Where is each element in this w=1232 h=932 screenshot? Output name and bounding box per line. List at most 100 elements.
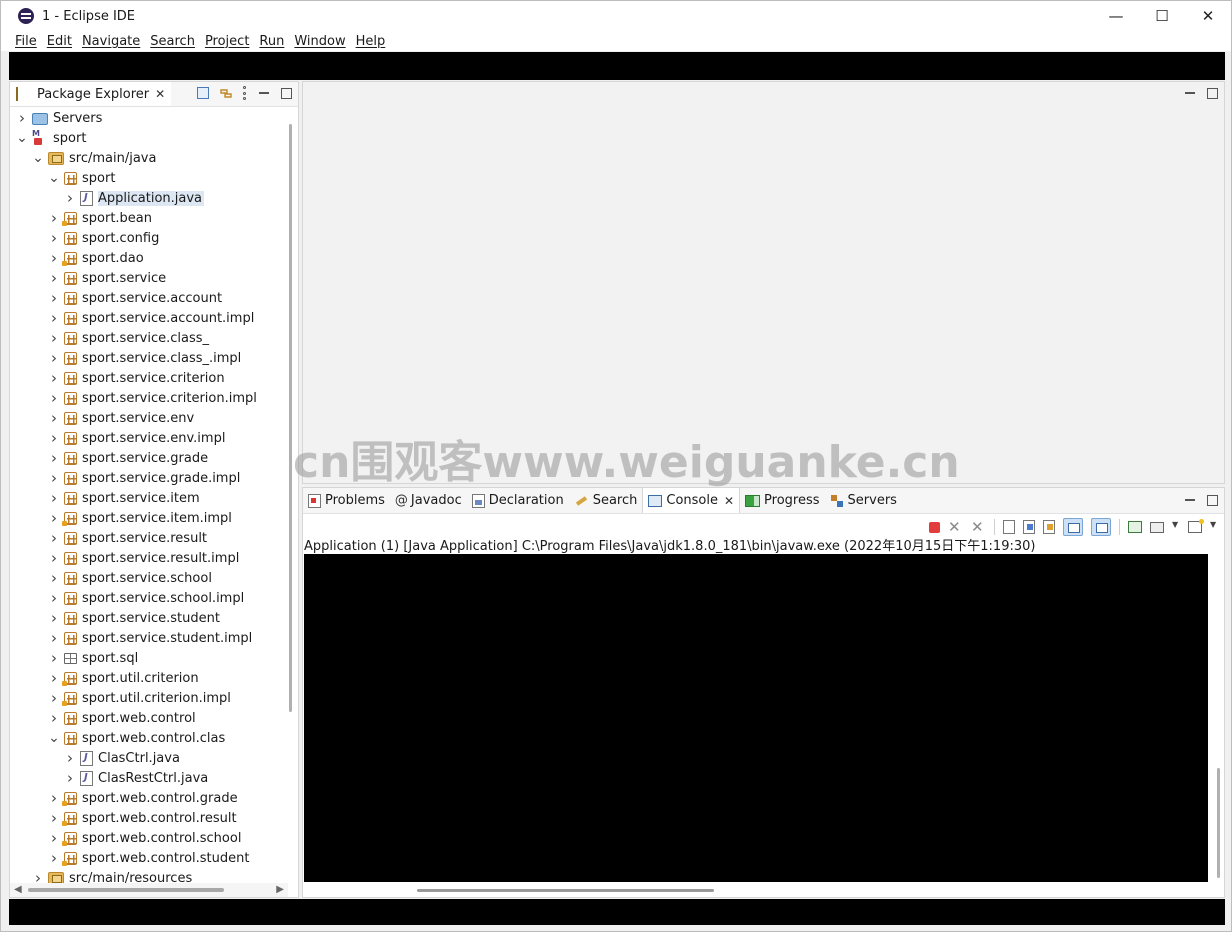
tree-item[interactable]: › Servers: [16, 108, 102, 128]
clear-console-icon[interactable]: [1003, 520, 1015, 534]
chevron-right-icon[interactable]: ›: [48, 571, 60, 586]
tree-item[interactable]: › sport.service.grade: [48, 448, 208, 468]
tree-item[interactable]: › sport.service.env: [48, 408, 194, 428]
menu-help[interactable]: Help: [356, 34, 386, 49]
tab-close-icon[interactable]: ✕: [724, 494, 734, 508]
tree-item[interactable]: › ClasCtrl.java: [64, 748, 180, 768]
collapse-all-icon[interactable]: [197, 87, 209, 99]
tree-item[interactable]: › sport.sql: [48, 648, 138, 668]
chevron-right-icon[interactable]: ›: [48, 411, 60, 426]
chevron-right-icon[interactable]: ›: [48, 791, 60, 806]
chevron-right-icon[interactable]: ›: [64, 751, 76, 766]
tree-item[interactable]: › sport.web.control.grade: [48, 788, 238, 808]
pin-console-icon[interactable]: [1128, 521, 1142, 533]
menu-search[interactable]: Search: [150, 34, 195, 49]
chevron-right-icon[interactable]: ›: [48, 311, 60, 326]
chevron-right-icon[interactable]: ›: [48, 351, 60, 366]
tab-problems[interactable]: Problems: [303, 488, 390, 513]
tab-declaration[interactable]: Declaration: [467, 488, 569, 513]
open-console-icon[interactable]: [1188, 519, 1204, 533]
tab-package-explorer[interactable]: Package Explorer ✕: [10, 82, 172, 106]
close-button[interactable]: ✕: [1185, 1, 1231, 31]
view-menu-icon[interactable]: [243, 86, 247, 100]
tree-item[interactable]: › sport.web.control.student: [48, 848, 249, 868]
chevron-right-icon[interactable]: ›: [48, 651, 60, 666]
tab-progress[interactable]: Progress: [740, 488, 824, 513]
chevron-right-icon[interactable]: ›: [64, 191, 76, 206]
word-wrap-icon[interactable]: [1043, 520, 1055, 534]
minimize-console-icon[interactable]: [1183, 493, 1197, 507]
tab-console[interactable]: Console ✕: [642, 488, 741, 513]
chevron-right-icon[interactable]: ›: [48, 831, 60, 846]
tree-item[interactable]: › sport.service.student.impl: [48, 628, 252, 648]
tree-item[interactable]: › sport.service.account: [48, 288, 222, 308]
menu-file[interactable]: File: [15, 34, 37, 49]
chevron-right-icon[interactable]: ›: [16, 111, 28, 126]
scroll-left-icon[interactable]: ◀: [14, 884, 22, 895]
maximize-editor-icon[interactable]: [1207, 88, 1218, 99]
tree-item[interactable]: › sport.dao: [48, 248, 144, 268]
tab-search[interactable]: Search: [569, 488, 643, 513]
remove-all-terminated-icon[interactable]: ✕: [971, 519, 986, 535]
tab-close-icon[interactable]: ✕: [155, 87, 165, 101]
tree-item[interactable]: › ClasRestCtrl.java: [64, 768, 208, 788]
tree-item[interactable]: › sport.web.control: [48, 708, 196, 728]
scroll-right-icon[interactable]: ▶: [276, 884, 284, 895]
tree-horizontal-scrollbar[interactable]: ◀ ▶: [10, 883, 288, 897]
chevron-right-icon[interactable]: ›: [48, 391, 60, 406]
tree-item[interactable]: › sport.service.criterion.impl: [48, 388, 257, 408]
show-on-stderr-icon[interactable]: [1091, 518, 1111, 536]
tree-item[interactable]: ⌄ sport: [16, 128, 86, 148]
tab-servers[interactable]: Servers: [825, 488, 902, 513]
chevron-right-icon[interactable]: ›: [48, 251, 60, 266]
chevron-right-icon[interactable]: ›: [48, 431, 60, 446]
tree-item[interactable]: › sport.service.criterion: [48, 368, 225, 388]
chevron-right-icon[interactable]: ›: [48, 471, 60, 486]
tree-item[interactable]: › src/main/resources: [32, 868, 192, 883]
chevron-right-icon[interactable]: ›: [48, 551, 60, 566]
remove-launch-icon[interactable]: ✕: [948, 519, 963, 535]
tree-item[interactable]: › sport.service.grade.impl: [48, 468, 240, 488]
chevron-right-icon[interactable]: ›: [48, 611, 60, 626]
chevron-down-icon[interactable]: ⌄: [32, 151, 44, 165]
tree-item[interactable]: › sport.service.env.impl: [48, 428, 225, 448]
tree-item[interactable]: › sport.service.school: [48, 568, 212, 588]
chevron-down-icon[interactable]: ⌄: [48, 731, 60, 745]
console-output[interactable]: [304, 554, 1208, 882]
display-console-icon[interactable]: [1150, 521, 1164, 533]
tree-item[interactable]: › sport.bean: [48, 208, 152, 228]
tree-item[interactable]: › sport.service.result: [48, 528, 207, 548]
chevron-right-icon[interactable]: ›: [48, 491, 60, 506]
tree-vertical-scrollbar[interactable]: [289, 124, 292, 712]
tree-item[interactable]: › sport.web.control.school: [48, 828, 241, 848]
menu-navigate[interactable]: Navigate: [82, 34, 140, 49]
chevron-down-icon[interactable]: ⌄: [16, 131, 28, 145]
chevron-right-icon[interactable]: ›: [48, 331, 60, 346]
maximize-button[interactable]: ☐: [1139, 1, 1185, 31]
chevron-right-icon[interactable]: ›: [48, 591, 60, 606]
chevron-right-icon[interactable]: ›: [48, 631, 60, 646]
menu-run[interactable]: Run: [259, 34, 284, 49]
chevron-right-icon[interactable]: ›: [48, 811, 60, 826]
scroll-thumb[interactable]: [28, 888, 224, 892]
console-horizontal-scrollbar[interactable]: [417, 889, 714, 892]
chevron-right-icon[interactable]: ›: [48, 211, 60, 226]
maximize-view-icon[interactable]: [281, 88, 292, 99]
minimize-view-icon[interactable]: [257, 86, 271, 100]
tree-item[interactable]: › Application.java: [64, 188, 205, 208]
link-with-editor-icon[interactable]: [219, 86, 233, 100]
open-console-dropdown-icon[interactable]: ▼: [1210, 520, 1218, 535]
chevron-right-icon[interactable]: ›: [48, 851, 60, 866]
tree-item[interactable]: › sport.config: [48, 228, 159, 248]
scroll-lock-icon[interactable]: [1023, 520, 1035, 534]
tree-item[interactable]: › sport.service.class_: [48, 328, 209, 348]
tree-item[interactable]: › sport.service.result.impl: [48, 548, 239, 568]
tree-item[interactable]: › sport.service.school.impl: [48, 588, 244, 608]
tree-item[interactable]: › sport.util.criterion.impl: [48, 688, 231, 708]
chevron-right-icon[interactable]: ›: [48, 231, 60, 246]
maximize-console-icon[interactable]: [1207, 495, 1218, 506]
tree-item[interactable]: › sport.util.criterion: [48, 668, 199, 688]
tree-item[interactable]: › sport.service.item: [48, 488, 200, 508]
tree-item[interactable]: › sport.service.item.impl: [48, 508, 232, 528]
chevron-right-icon[interactable]: ›: [48, 271, 60, 286]
